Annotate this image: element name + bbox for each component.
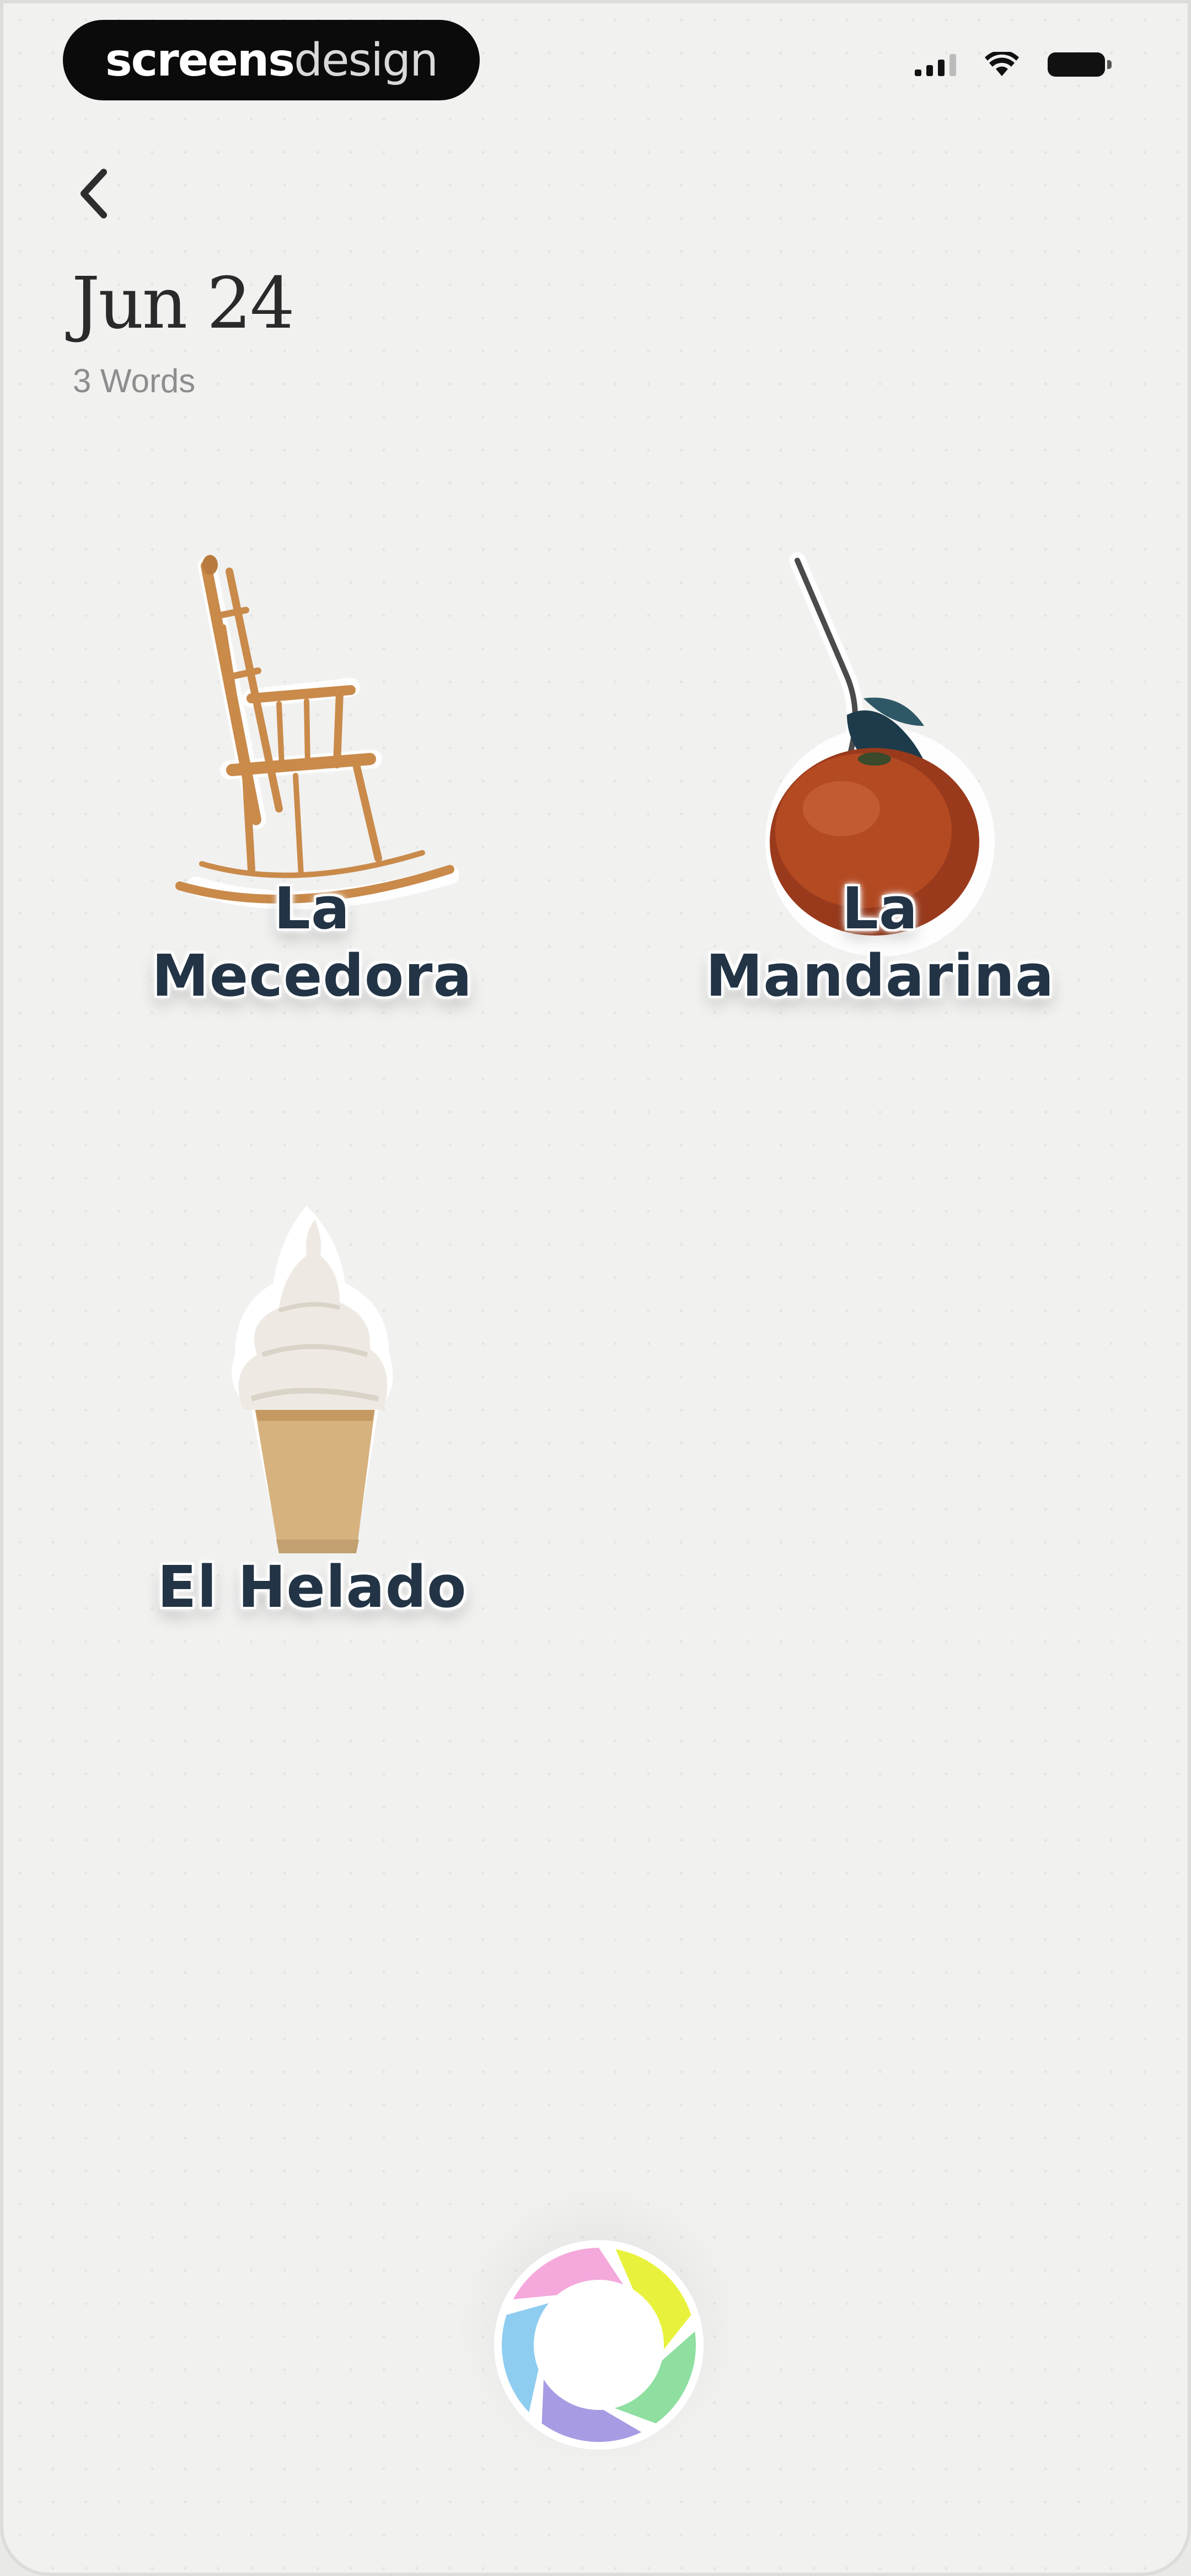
screen: screens design Jun 24 3 Words La Mecedor…	[0, 0, 1191, 2576]
status-icons	[915, 52, 1112, 77]
word-noun: Mecedora	[152, 942, 473, 1009]
word-card-el-helado[interactable]: El Helado	[114, 1189, 511, 1686]
word-article: La	[273, 875, 351, 942]
cellular-signal-icon	[915, 53, 956, 76]
word-label: La Mandarina	[682, 875, 1079, 1009]
word-noun: El Helado	[157, 1553, 467, 1621]
chevron-left-icon	[81, 169, 107, 218]
brand-text-strong: screens	[105, 34, 295, 87]
word-label: La Mecedora	[114, 875, 511, 1009]
wifi-icon	[985, 52, 1019, 76]
camera-shutter-icon	[494, 2240, 704, 2450]
back-button[interactable]	[64, 158, 125, 229]
brand-text-light: design	[294, 34, 438, 87]
battery-icon	[1048, 52, 1112, 77]
word-count: 3 Words	[73, 362, 196, 399]
page-title: Jun 24	[72, 263, 295, 345]
word-card-la-mandarina[interactable]: La Mandarina	[682, 533, 1079, 1029]
capture-button[interactable]	[489, 2235, 709, 2455]
brand-watermark: screens design	[63, 20, 480, 100]
word-article: La	[841, 875, 919, 942]
word-label: El Helado	[114, 1553, 511, 1621]
word-card-la-mecedora[interactable]: La Mecedora	[114, 533, 511, 1029]
word-noun: Mandarina	[705, 942, 1055, 1009]
